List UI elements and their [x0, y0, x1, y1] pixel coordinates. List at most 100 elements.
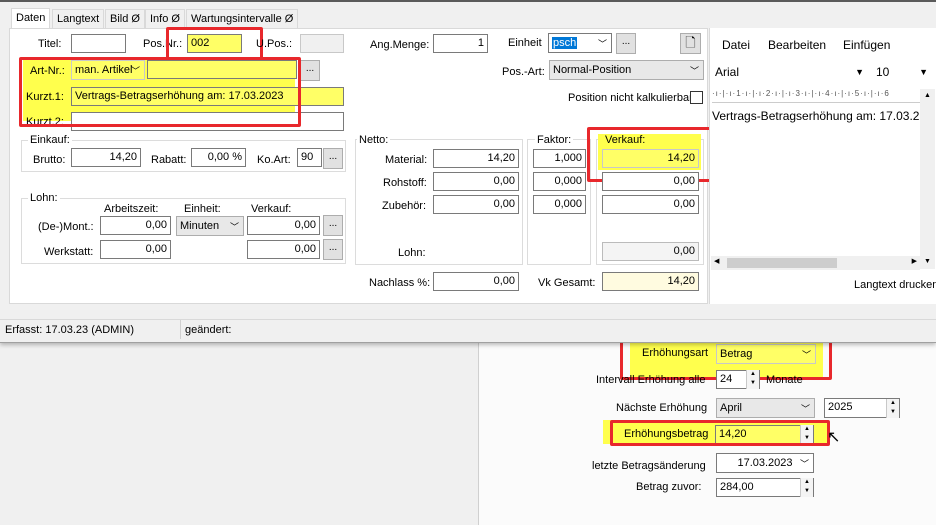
vkgesamt-label: Vk Gesamt:	[538, 277, 596, 289]
chevron-down-icon: ﹀	[130, 66, 140, 76]
chevron-down-icon: ﹀	[800, 404, 810, 414]
angmenge-label: Ang.Menge:	[370, 39, 430, 51]
nachlass-input[interactable]: 0,00	[433, 272, 519, 291]
menu-bearbeiten[interactable]: Bearbeiten	[768, 38, 826, 52]
tab-langtext[interactable]: Langtext	[52, 9, 105, 28]
koart-label: Ko.Art:	[257, 154, 291, 166]
rohstoff-verkauf-input[interactable]: 0,00	[602, 172, 699, 191]
naechste-label: Nächste Erhöhung	[616, 402, 708, 414]
erhoehungsart-label: Erhöhungsart	[642, 347, 709, 359]
einkauf-title: Einkauf:	[28, 134, 72, 146]
rohstoff-netto-input[interactable]: 0,00	[433, 172, 519, 191]
material-netto-input[interactable]: 14,20	[433, 149, 519, 168]
letzte-date-picker[interactable]: 17.03.2023 ﹀	[716, 453, 814, 473]
artnr-label: Art-Nr.:	[30, 65, 65, 77]
menu-datei[interactable]: Datei	[722, 38, 750, 52]
zuvor-spinner[interactable]: ▲ ▼	[800, 478, 813, 497]
intervall-label: Intervall Erhöhung alle	[596, 374, 706, 386]
document-icon[interactable]: 🗋	[680, 33, 701, 54]
brutto-input[interactable]: 14,20	[71, 148, 141, 167]
werkstatt-lookup-button[interactable]: ...	[323, 239, 343, 260]
intervall-spinner[interactable]: ▲ ▼	[746, 370, 759, 389]
material-faktor-input[interactable]: 1,000	[533, 149, 586, 168]
kurzt2-input[interactable]	[71, 112, 344, 131]
dialog-topline	[0, 0, 936, 2]
artnr-input[interactable]	[147, 60, 297, 79]
demont-label: (De-)Mont.:	[38, 221, 94, 233]
naechste-jahr-spinner[interactable]: ▲ ▼	[886, 399, 899, 418]
netto-title: Netto:	[357, 134, 391, 146]
nicht-kalk-checkbox[interactable]	[690, 91, 703, 104]
scroll-down-icon[interactable]: ▼	[920, 255, 935, 269]
zubehoer-faktor-input[interactable]: 0,000	[533, 195, 586, 214]
rabatt-input[interactable]: 0,00 %	[191, 148, 246, 167]
mouse-cursor-icon: ↖	[827, 429, 841, 446]
demont-verkauf-input[interactable]: 0,00	[247, 216, 320, 235]
betrag-spinner[interactable]: ▲ ▼	[800, 425, 813, 444]
tab-bild[interactable]: Bild Ø	[105, 9, 145, 28]
erhoehungsart-select[interactable]: Betrag ﹀	[716, 344, 816, 364]
tab-wartungsintervalle[interactable]: Wartungsintervalle Ø	[186, 9, 299, 28]
caret-down-icon: ▼	[919, 67, 928, 77]
upos-input	[300, 34, 344, 53]
tab-daten[interactable]: Daten	[11, 8, 51, 29]
scroll-thumb[interactable]	[727, 258, 837, 268]
tab-info[interactable]: Info Ø	[145, 9, 185, 28]
chevron-down-icon: ﹀	[229, 222, 239, 232]
angmenge-input[interactable]: 1	[433, 34, 488, 53]
nicht-kalk-label: Position nicht kalkulierbar	[568, 92, 693, 104]
font-select[interactable]: Arial ▼	[711, 64, 868, 82]
chevron-down-icon: ﹀	[597, 39, 607, 49]
zubehoer-label: Zubehör:	[382, 200, 427, 212]
einheit-select[interactable]: psch ﹀	[548, 33, 612, 53]
material-verkauf-input[interactable]: 14,20	[602, 149, 699, 168]
posart-label: Pos.-Art:	[502, 66, 545, 78]
size-select[interactable]: 10 ▼	[872, 64, 932, 82]
titel-input[interactable]	[71, 34, 126, 53]
posnr-label: Pos.Nr.:	[143, 38, 183, 50]
artnr-lookup-button[interactable]: ...	[300, 60, 320, 81]
betrag-label: Erhöhungsbetrag	[624, 428, 709, 440]
ruler: ·ı·|·ı·1·ı·|·ı·2·ı·|·ı·3·ı·|·ı·4·ı·|·ı·5…	[712, 89, 920, 103]
posart-select[interactable]: Normal-Position ﹀	[549, 60, 704, 80]
chevron-down-icon: ﹀	[689, 66, 699, 76]
zuvor-label: Betrag zuvor:	[636, 481, 702, 493]
menu-einfuegen[interactable]: Einfügen	[843, 38, 890, 52]
naechste-monat-select[interactable]: April ﹀	[716, 398, 815, 418]
demont-lookup-button[interactable]: ...	[323, 215, 343, 236]
scroll-left-icon[interactable]: ◀	[714, 257, 719, 265]
faktor-title: Faktor:	[535, 134, 574, 146]
status-erfasst: Erfasst: 17.03.23 (ADMIN)	[5, 324, 134, 336]
koart-lookup-button[interactable]: ...	[323, 148, 343, 169]
kurzt1-input[interactable]: Vertrags-Betragserhöhung am: 17.03.2023	[71, 87, 344, 106]
demont-einheit-select[interactable]: Minuten ﹀	[176, 216, 244, 236]
rohstoff-faktor-input[interactable]: 0,000	[533, 172, 586, 191]
zubehoer-netto-input[interactable]: 0,00	[433, 195, 519, 214]
brutto-label: Brutto:	[33, 154, 66, 166]
vertical-scrollbar[interactable]: ▲ ▼	[920, 89, 935, 269]
chevron-down-icon: ﹀	[801, 350, 811, 360]
einheit-lookup-button[interactable]: ...	[616, 33, 636, 54]
upos-label: U.Pos.:	[256, 38, 293, 50]
rohstoff-label: Rohstoff:	[383, 177, 427, 189]
zubehoer-verkauf-input[interactable]: 0,00	[602, 195, 699, 214]
artnr-type-select[interactable]: man. Artikel ﹀	[71, 60, 145, 80]
vkgesamt-input: 14,20	[602, 272, 699, 291]
rabatt-label: Rabatt:	[151, 154, 187, 166]
demont-zeit-input[interactable]: 0,00	[100, 216, 171, 235]
monate-label: Monate	[766, 374, 803, 386]
scroll-right-icon[interactable]: ▶	[912, 257, 917, 265]
chevron-down-icon: ﹀	[799, 459, 809, 469]
koart-input[interactable]: 90	[297, 148, 322, 167]
status-divider	[180, 320, 181, 339]
kurzt1-label: Kurzt.1:	[26, 91, 64, 103]
werkstatt-verkauf-input[interactable]: 0,00	[247, 240, 320, 259]
kurzt2-label: Kurzt.2:	[26, 116, 64, 128]
lohn-verkauf-input: 0,00	[602, 242, 699, 261]
posnr-input[interactable]: 002	[187, 34, 242, 53]
print-langtext-label[interactable]: Langtext drucken	[854, 279, 936, 291]
werkstatt-zeit-input[interactable]: 0,00	[100, 240, 171, 259]
horizontal-scrollbar[interactable]: ◀ ▶	[711, 256, 920, 270]
scroll-up-icon[interactable]: ▲	[920, 89, 935, 103]
editor-text[interactable]: Vertrags-Betragserhöhung am: 17.03.2023	[712, 109, 920, 123]
